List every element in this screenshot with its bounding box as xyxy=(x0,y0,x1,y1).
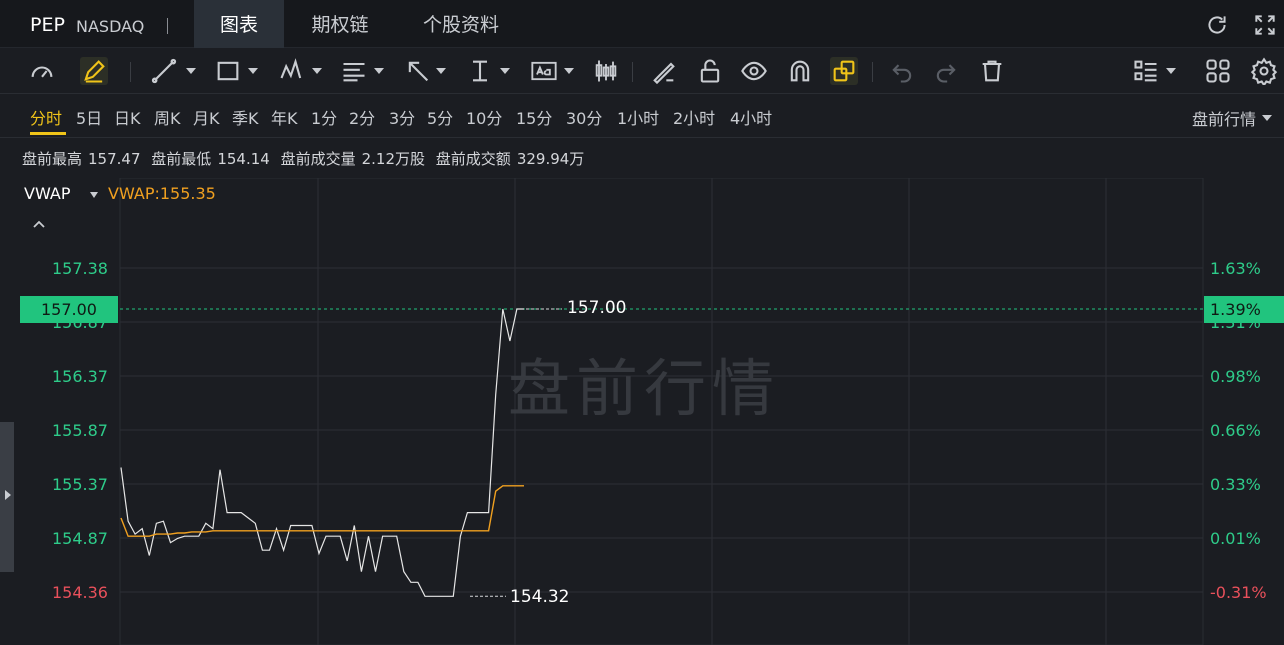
period-15m[interactable]: 15分 xyxy=(516,105,552,129)
y-axis-tick-left: 154.36 xyxy=(52,583,108,602)
chevron-down-icon[interactable] xyxy=(1166,68,1176,74)
eraser-icon[interactable] xyxy=(650,57,678,85)
stat-high-label: 盘前最高 xyxy=(22,150,83,168)
chevron-down-icon[interactable] xyxy=(374,68,384,74)
eye-icon[interactable] xyxy=(740,57,768,85)
redo-icon[interactable] xyxy=(932,57,960,85)
y-axis-tick-left: 154.87 xyxy=(52,529,108,548)
tab-stock-profile[interactable]: 个股资料 xyxy=(404,0,518,48)
chevron-up-icon[interactable] xyxy=(30,216,48,230)
period-1m[interactable]: 1分 xyxy=(311,105,337,129)
rectangle-icon[interactable] xyxy=(214,57,242,85)
list-settings-icon[interactable] xyxy=(1132,57,1160,85)
speedometer-icon[interactable] xyxy=(28,57,56,85)
candlestick-icon[interactable] xyxy=(592,57,620,85)
tab-options-chain[interactable]: 期权链 xyxy=(296,0,384,48)
period-1h[interactable]: 1小时 xyxy=(617,105,659,129)
header-bar: PEP NASDAQ 图表 期权链 个股资料 xyxy=(0,0,1284,48)
arrow-icon[interactable] xyxy=(404,57,432,85)
layout-grid-icon[interactable] xyxy=(1204,57,1232,85)
y-axis-tick-right: -0.31% xyxy=(1210,583,1267,602)
stat-volume-label: 盘前成交量 xyxy=(280,150,356,168)
measure-icon[interactable] xyxy=(466,57,494,85)
chevron-down-icon[interactable] xyxy=(436,68,446,74)
fibonacci-icon[interactable] xyxy=(340,57,368,85)
exchange-label: NASDAQ xyxy=(76,17,145,36)
indicator-selector[interactable]: VWAP xyxy=(24,184,70,203)
stat-volume-value: 2.12万股 xyxy=(361,150,426,168)
stat-turnover-value: 329.94万 xyxy=(516,150,585,168)
current-price-tag: 157.00 xyxy=(20,296,118,323)
link-icon[interactable] xyxy=(830,57,858,85)
period-intraday[interactable]: 分时 xyxy=(30,105,62,129)
y-axis-tick-right: 0.66% xyxy=(1210,421,1261,440)
stat-turnover-label: 盘前成交额 xyxy=(435,150,511,168)
y-axis-tick-right: 0.33% xyxy=(1210,475,1261,494)
y-axis-tick-right: 0.01% xyxy=(1210,529,1261,548)
fullscreen-icon[interactable] xyxy=(1252,12,1278,38)
vwap-value: VWAP:155.35 xyxy=(108,184,216,203)
chevron-down-icon[interactable] xyxy=(1262,115,1272,121)
period-5d[interactable]: 5日 xyxy=(76,105,102,129)
gear-icon[interactable] xyxy=(1250,57,1278,87)
period-10m[interactable]: 10分 xyxy=(466,105,502,129)
chevron-down-icon[interactable] xyxy=(186,68,196,74)
period-2h[interactable]: 2小时 xyxy=(673,105,715,129)
period-yearly[interactable]: 年K xyxy=(271,105,298,129)
y-axis-tick-left: 157.38 xyxy=(52,259,108,278)
active-period-underline xyxy=(30,132,66,135)
toolbar-divider xyxy=(130,62,131,82)
drawing-toolbar xyxy=(0,48,1284,94)
period-weekly[interactable]: 周K xyxy=(154,105,181,129)
refresh-icon[interactable] xyxy=(1204,12,1230,38)
pattern-icon[interactable] xyxy=(278,57,306,85)
period-30m[interactable]: 30分 xyxy=(566,105,602,129)
period-3m[interactable]: 3分 xyxy=(389,105,415,129)
premarket-stats: 盘前最高 157.47 盘前最低 154.14 盘前成交量 2.12万股 盘前成交额 3… xyxy=(22,148,590,169)
toolbar-divider xyxy=(872,62,873,82)
trash-icon[interactable] xyxy=(978,57,1006,85)
period-quarterly[interactable]: 季K xyxy=(232,105,259,129)
y-axis-tick-right: 0.98% xyxy=(1210,367,1261,386)
magnet-icon[interactable] xyxy=(786,57,814,85)
period-2m[interactable]: 2分 xyxy=(349,105,375,129)
header-divider xyxy=(167,18,168,34)
stat-low-value: 154.14 xyxy=(217,150,270,168)
chevron-down-icon[interactable] xyxy=(500,68,510,74)
symbol-label: PEP xyxy=(30,14,65,36)
y-axis-tick-right: 1.63% xyxy=(1210,259,1261,278)
min-price-annotation: 154.32 xyxy=(510,587,570,607)
chevron-down-icon[interactable] xyxy=(312,68,322,74)
trend-line-icon[interactable] xyxy=(150,57,178,85)
y-axis-tick-left: 155.87 xyxy=(52,421,108,440)
y-axis-tick-left: 155.37 xyxy=(52,475,108,494)
text-tool-icon[interactable] xyxy=(530,57,558,85)
stat-high-value: 157.47 xyxy=(88,150,141,168)
period-5m[interactable]: 5分 xyxy=(427,105,453,129)
period-4h[interactable]: 4小时 xyxy=(730,105,772,129)
tab-chart[interactable]: 图表 xyxy=(194,0,284,48)
max-price-annotation: 157.00 xyxy=(567,298,627,318)
chevron-down-icon[interactable] xyxy=(90,192,98,198)
chevron-down-icon[interactable] xyxy=(564,68,574,74)
stat-low-label: 盘前最低 xyxy=(151,150,212,168)
pen-tool-icon[interactable] xyxy=(80,57,108,85)
chart-watermark: 盘前行情 xyxy=(508,352,781,425)
toolbar-divider xyxy=(632,62,633,82)
period-monthly[interactable]: 月K xyxy=(193,105,220,129)
period-selector: 分时 5日 日K 周K 月K 季K 年K 1分 2分 3分 5分 10分 15分… xyxy=(0,94,1284,138)
sidebar-expand-handle[interactable] xyxy=(0,422,14,572)
undo-icon[interactable] xyxy=(888,57,916,85)
chevron-down-icon[interactable] xyxy=(248,68,258,74)
current-pct-tag: 1.39% xyxy=(1204,296,1284,323)
unlock-icon[interactable] xyxy=(696,57,724,85)
y-axis-tick-left: 156.37 xyxy=(52,367,108,386)
period-daily[interactable]: 日K xyxy=(114,105,141,129)
session-selector[interactable]: 盘前行情 xyxy=(1192,106,1256,130)
